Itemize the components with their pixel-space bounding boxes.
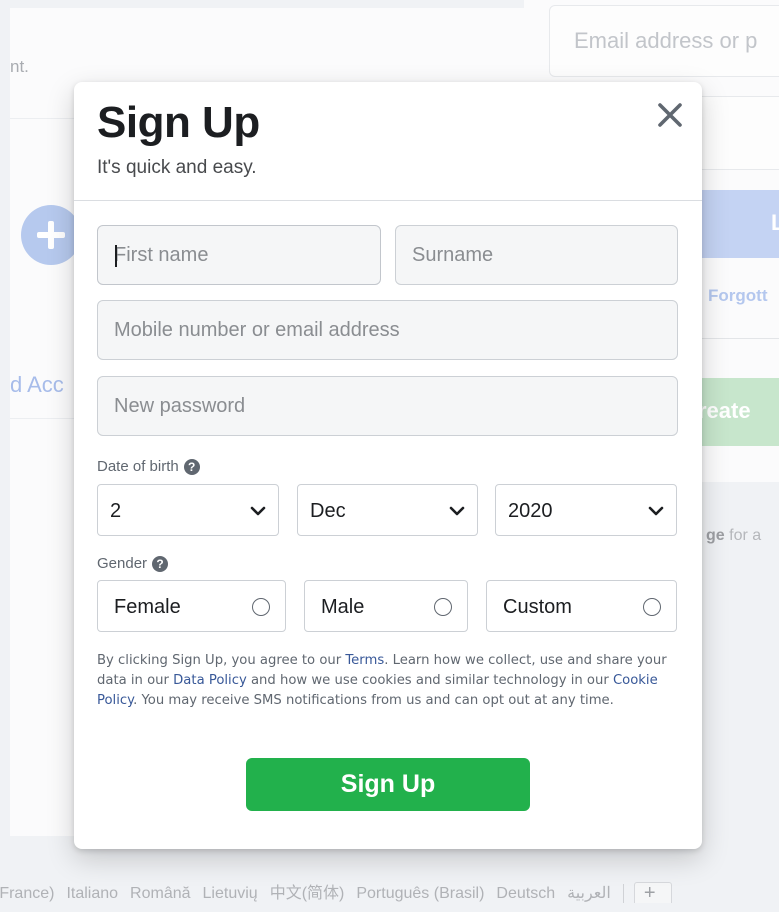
terms-text-part: . You may receive SMS notifications from… — [133, 693, 614, 708]
footer-language-link[interactable]: Lietuvių — [203, 885, 258, 902]
background-create-label: reate — [698, 398, 751, 423]
dob-label: Date of birth ? — [97, 458, 200, 475]
chevron-down-icon — [648, 506, 664, 516]
close-button[interactable] — [654, 99, 686, 131]
footer-language-link[interactable]: 中文(简体) — [270, 885, 345, 902]
gender-option-label: Female — [114, 596, 181, 618]
footer-separator — [622, 883, 624, 903]
help-icon[interactable]: ? — [183, 458, 200, 475]
dob-month-value: Dec — [310, 500, 346, 522]
background-add-account-link[interactable]: d Acc — [10, 372, 64, 398]
dob-day-select[interactable]: 2 — [97, 484, 279, 536]
footer-language-link[interactable]: العربية — [567, 885, 611, 902]
background-email-placeholder: Email address or p — [574, 28, 758, 53]
dob-year-select[interactable]: 2020 — [495, 484, 677, 536]
terms-text: By clicking Sign Up, you agree to our Te… — [97, 651, 677, 711]
help-icon[interactable]: ? — [152, 555, 169, 572]
radio-icon[interactable] — [252, 598, 270, 616]
first-name-input[interactable] — [97, 225, 381, 285]
gender-option-label: Custom — [503, 596, 572, 618]
gender-male-option[interactable]: Male — [304, 580, 468, 632]
chevron-down-icon — [250, 506, 266, 516]
add-photo-plus-icon[interactable] — [21, 205, 81, 265]
footer-language-link[interactable]: Português (Brasil) — [356, 885, 484, 902]
background-forgot-password-link[interactable]: Forgott — [708, 286, 767, 306]
background-create-page-rest: for a — [724, 527, 762, 544]
modal-divider — [74, 200, 702, 201]
footer-language-link[interactable]: Italiano — [66, 885, 118, 902]
new-password-input[interactable] — [97, 376, 678, 436]
gender-label-text: Gender — [97, 555, 148, 572]
dob-label-text: Date of birth — [97, 458, 179, 475]
gender-female-option[interactable]: Female — [97, 580, 286, 632]
terms-link[interactable]: Terms — [345, 653, 384, 668]
footer-language-link[interactable]: (France) — [0, 885, 54, 902]
mobile-or-email-input[interactable] — [97, 300, 678, 360]
radio-icon[interactable] — [643, 598, 661, 616]
dob-year-value: 2020 — [508, 500, 553, 522]
sign-up-submit-button[interactable]: Sign Up — [246, 758, 530, 811]
terms-text-part: and how we use cookies and similar techn… — [246, 673, 613, 688]
modal-title: Sign Up — [97, 98, 260, 147]
text-cursor — [115, 245, 117, 267]
background-email-input[interactable]: Email address or p — [549, 5, 779, 77]
footer-language-bar: (France) Italiano Română Lietuvių 中文(简体) Port… — [0, 879, 779, 903]
dob-day-value: 2 — [110, 500, 122, 522]
footer-more-languages-button[interactable]: + — [633, 881, 672, 903]
background-create-page-text: ge for a — [706, 527, 761, 545]
gender-custom-option[interactable]: Custom — [486, 580, 677, 632]
background-create-page-link[interactable]: ge — [706, 527, 725, 544]
background-login-label: L — [771, 210, 779, 235]
dob-month-select[interactable]: Dec — [297, 484, 478, 536]
chevron-down-icon — [449, 506, 465, 516]
footer-language-link[interactable]: Română — [130, 885, 190, 902]
footer-language-link[interactable]: Deutsch — [496, 885, 555, 902]
surname-input[interactable] — [395, 225, 678, 285]
background-hint-text: nt. — [10, 57, 29, 76]
radio-icon[interactable] — [434, 598, 452, 616]
signup-modal: Sign Up It's quick and easy. Date of bir… — [74, 82, 702, 849]
gender-option-label: Male — [321, 596, 365, 618]
gender-label: Gender ? — [97, 555, 169, 572]
close-icon — [658, 103, 682, 127]
terms-text-part: By clicking Sign Up, you agree to our — [97, 653, 346, 668]
data-policy-link[interactable]: Data Policy — [173, 673, 247, 688]
modal-subtitle: It's quick and easy. — [97, 157, 257, 178]
